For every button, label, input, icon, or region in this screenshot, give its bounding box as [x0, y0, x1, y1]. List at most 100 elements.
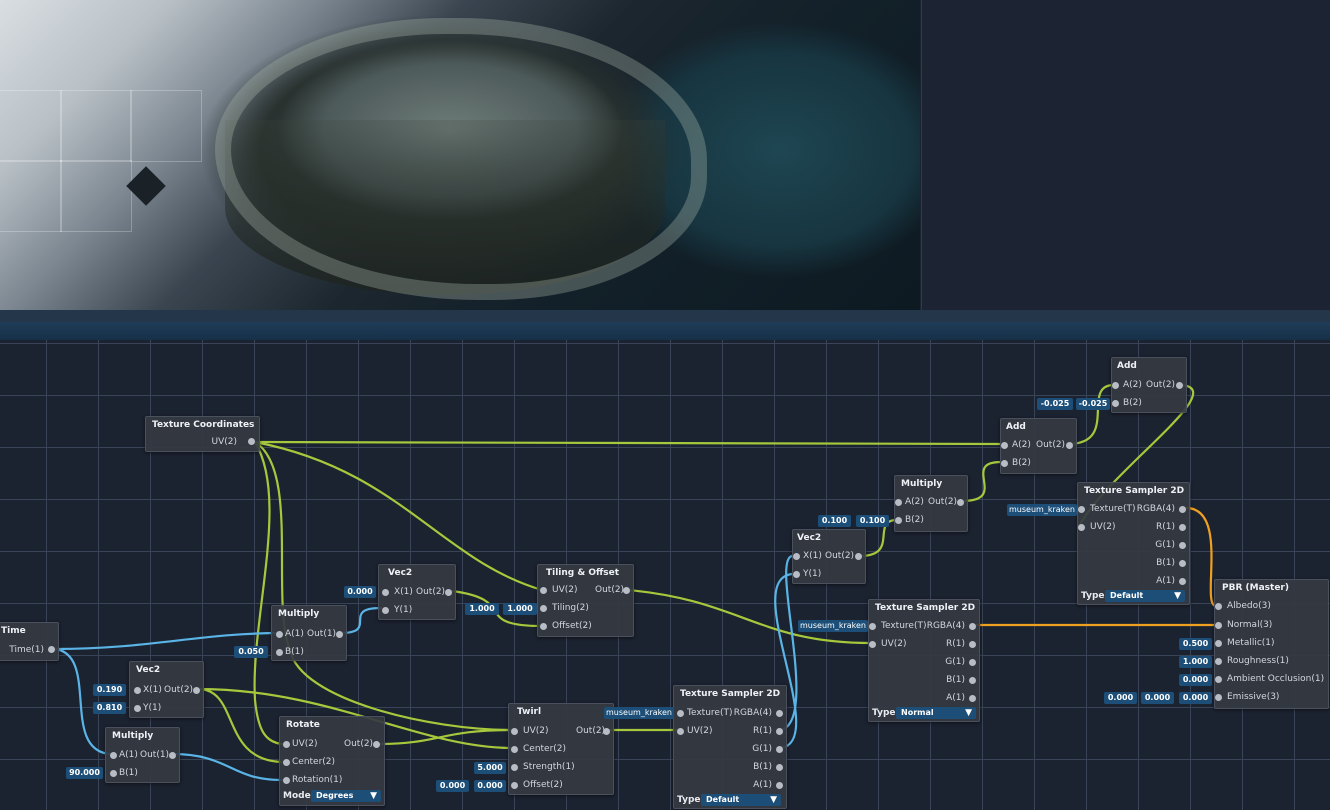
input-pin-b[interactable] [1112, 400, 1119, 407]
value-field-y[interactable]: 0.810 [93, 702, 126, 714]
output-pin[interactable] [603, 728, 610, 735]
value-field-b[interactable]: 0.100 [856, 515, 889, 527]
value-field-b[interactable]: 0.050 [234, 646, 268, 658]
output-pin-a[interactable] [969, 695, 976, 702]
value-field-offset-y[interactable]: 0.000 [474, 780, 506, 792]
output-pin-g[interactable] [969, 659, 976, 666]
node-multiply[interactable]: Multiply A(1) Out(1) B(1) [105, 727, 180, 783]
output-pin[interactable] [957, 499, 964, 506]
input-pin-a[interactable] [276, 631, 283, 638]
input-pin-ambient-occlusion[interactable] [1215, 676, 1222, 683]
input-pin-a[interactable] [1112, 382, 1119, 389]
output-pin[interactable] [445, 589, 452, 596]
input-pin-a[interactable] [895, 499, 902, 506]
value-field-x[interactable]: 0.000 [344, 586, 376, 598]
node-tiling-offset[interactable]: Tiling & Offset UV(2) Out(2) Tiling(2) O… [537, 564, 634, 637]
input-pin-x[interactable] [382, 589, 389, 596]
input-pin-b[interactable] [110, 770, 117, 777]
input-pin-texture[interactable] [869, 623, 876, 630]
node-vec2[interactable]: Vec2 X(1) Out(2) Y(1) [378, 564, 456, 620]
output-pin-r[interactable] [776, 728, 783, 735]
output-pin-a[interactable] [1179, 578, 1186, 585]
input-pin-center[interactable] [511, 746, 518, 753]
input-pin-normal[interactable] [1215, 622, 1222, 629]
output-pin[interactable] [48, 646, 55, 653]
node-vec2[interactable]: Vec2 X(1) Out(2) Y(1) [129, 661, 204, 718]
node-pbr-master[interactable]: PBR (Master) Albedo(3) Normal(3) Metalli… [1214, 579, 1329, 709]
node-time[interactable]: Time Time(1) [0, 622, 59, 661]
output-pin-r[interactable] [969, 641, 976, 648]
value-field-ambient-occlusion[interactable]: 0.000 [1179, 674, 1212, 686]
input-pin-texture[interactable] [677, 710, 684, 717]
input-pin-offset[interactable] [511, 782, 518, 789]
output-pin-r[interactable] [1179, 524, 1186, 531]
node-twirl[interactable]: Twirl UV(2) Out(2) Center(2) Strength(1)… [508, 703, 614, 795]
value-field-b[interactable]: -0.025 [1076, 398, 1110, 410]
type-dropdown[interactable]: Default ▼ [701, 794, 781, 806]
type-dropdown[interactable]: Normal ▼ [896, 707, 976, 719]
node-add[interactable]: Add A(2) Out(2) B(2) [1000, 418, 1077, 474]
output-pin[interactable] [855, 553, 862, 560]
output-pin-rgba[interactable] [969, 623, 976, 630]
input-pin-a[interactable] [110, 752, 117, 759]
output-pin-b[interactable] [1179, 560, 1186, 567]
output-pin[interactable] [373, 741, 380, 748]
value-field-metallic[interactable]: 0.500 [1179, 638, 1212, 650]
value-field-strength[interactable]: 5.000 [474, 762, 506, 774]
value-field-emissive-x[interactable]: 0.000 [1104, 692, 1137, 704]
node-texture-sampler-2d[interactable]: Texture Sampler 2D Texture(T) RGBA(4) UV… [1077, 482, 1190, 605]
node-multiply[interactable]: Multiply A(2) Out(2) B(2) [894, 475, 968, 532]
node-add[interactable]: Add A(2) Out(2) B(2) [1111, 357, 1187, 413]
scene-viewport[interactable] [0, 0, 920, 310]
input-pin-b[interactable] [895, 517, 902, 524]
node-rotate[interactable]: Rotate UV(2) Out(2) Center(2) Rotation(1… [279, 716, 385, 806]
panel-divider[interactable] [0, 310, 1330, 322]
input-pin-b[interactable] [276, 649, 283, 656]
value-field-tiling-y[interactable]: 1.000 [503, 603, 537, 615]
output-pin-b[interactable] [969, 677, 976, 684]
output-pin[interactable] [1176, 382, 1183, 389]
input-pin-emissive[interactable] [1215, 694, 1222, 701]
input-pin-x[interactable] [793, 553, 800, 560]
input-pin-y[interactable] [134, 705, 141, 712]
output-pin-g[interactable] [1179, 542, 1186, 549]
input-pin-a[interactable] [1001, 442, 1008, 449]
value-field-x[interactable]: 0.190 [93, 684, 126, 696]
output-pin-rgba[interactable] [1179, 506, 1186, 513]
input-pin-metallic[interactable] [1215, 640, 1222, 647]
input-pin-albedo[interactable] [1215, 603, 1222, 610]
input-pin-roughness[interactable] [1215, 658, 1222, 665]
type-dropdown[interactable]: Default ▼ [1105, 590, 1185, 602]
node-texture-coordinates[interactable]: Texture Coordinates UV(2) [145, 416, 260, 452]
input-pin-uv[interactable] [540, 587, 547, 594]
output-pin[interactable] [248, 438, 255, 445]
value-field-a[interactable]: 0.100 [818, 515, 851, 527]
input-pin-texture[interactable] [1078, 506, 1085, 513]
texture-asset-field[interactable]: museum_kraken [1007, 504, 1077, 516]
output-pin[interactable] [1066, 442, 1073, 449]
value-field-b[interactable]: 90.000 [66, 767, 103, 779]
output-pin[interactable] [169, 752, 176, 759]
node-multiply[interactable]: Multiply A(1) Out(1) B(1) [271, 605, 347, 661]
input-pin-x[interactable] [134, 687, 141, 694]
input-pin-rotation[interactable] [283, 777, 290, 784]
output-pin[interactable] [336, 631, 343, 638]
node-vec2[interactable]: Vec2 X(1) Out(2) Y(1) [792, 529, 866, 584]
input-pin-uv[interactable] [1078, 524, 1085, 531]
input-pin-b[interactable] [1001, 460, 1008, 467]
output-pin[interactable] [193, 687, 200, 694]
input-pin-tiling[interactable] [540, 605, 547, 612]
input-pin-y[interactable] [793, 571, 800, 578]
input-pin-uv[interactable] [869, 641, 876, 648]
input-pin-uv[interactable] [677, 728, 684, 735]
value-field-emissive-y[interactable]: 0.000 [1141, 692, 1174, 704]
value-field-a[interactable]: -0.025 [1037, 398, 1073, 410]
input-pin-strength[interactable] [511, 764, 518, 771]
input-pin-uv[interactable] [511, 728, 518, 735]
node-texture-sampler-2d[interactable]: Texture Sampler 2D Texture(T) RGBA(4) UV… [868, 599, 980, 722]
value-field-tiling-x[interactable]: 1.000 [465, 603, 499, 615]
input-pin-offset[interactable] [540, 623, 547, 630]
mode-dropdown[interactable]: Degrees ▼ [311, 790, 381, 802]
input-pin-uv[interactable] [283, 741, 290, 748]
output-pin-a[interactable] [776, 782, 783, 789]
